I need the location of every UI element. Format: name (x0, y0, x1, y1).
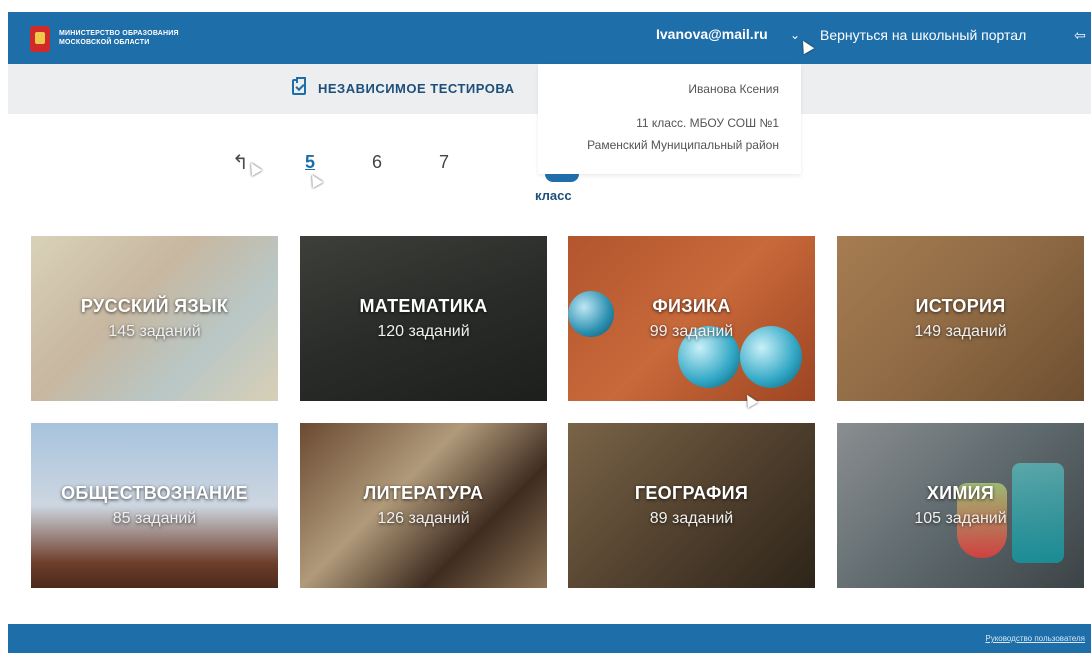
subject-name: ОБЩЕСТВОЗНАНИЕ (61, 483, 248, 503)
subject-task-count: 126 заданий (377, 510, 470, 527)
user-dropdown: Иванова Ксения 11 класс. МБОУ СОШ №1 Рам… (538, 64, 801, 174)
section-title: НЕЗАВИСИМОЕ ТЕСТИРОВА (318, 81, 515, 96)
user-district: Раменский Муниципальный район (587, 138, 779, 152)
mouse-cursor-icon (306, 171, 324, 189)
subject-tile-social-studies[interactable]: ОБЩЕСТВОЗНАНИЕ 85 заданий (31, 423, 278, 588)
ministry-logo-text[interactable]: МИНИСТЕРСТВО ОБРАЗОВАНИЯ МОСКОВСКОЙ ОБЛА… (59, 29, 179, 47)
exit-icon[interactable]: ⇦ (1074, 27, 1086, 44)
clipboard-check-icon (292, 77, 306, 95)
chevron-down-icon[interactable]: ⌄ (790, 28, 800, 42)
subject-tile-russian[interactable]: РУССКИЙ ЯЗЫК 145 заданий (31, 236, 278, 401)
pendulum-ball-icon (568, 291, 614, 337)
grade-label: класс (535, 188, 572, 203)
user-guide-link[interactable]: Руководство пользователя (985, 634, 1085, 643)
selected-grade-indicator (545, 174, 579, 182)
subject-tile-chemistry[interactable]: ХИМИЯ 105 заданий (837, 423, 1084, 588)
subject-name: ГЕОГРАФИЯ (634, 483, 749, 503)
subject-name: МАТЕМАТИКА (359, 296, 488, 316)
footer-bar: Руководство пользователя (8, 624, 1091, 653)
subject-task-count: 105 заданий (914, 510, 1007, 527)
return-to-portal-link[interactable]: Вернуться на школьный портал (820, 27, 1026, 43)
user-full-name: Иванова Ксения (688, 82, 779, 96)
subject-name: ХИМИЯ (926, 483, 995, 503)
app-window: МИНИСТЕРСТВО ОБРАЗОВАНИЯ МОСКОВСКОЙ ОБЛА… (8, 12, 1091, 653)
subject-task-count: 120 заданий (377, 323, 470, 340)
flask-icon (1012, 463, 1064, 563)
subject-task-count: 145 заданий (108, 323, 201, 340)
subject-task-count: 149 заданий (914, 323, 1007, 340)
subject-tile-math[interactable]: МАТЕМАТИКА 120 заданий (300, 236, 547, 401)
ministry-emblem-icon (30, 26, 50, 52)
subject-name: ЛИТЕРАТУРА (363, 483, 484, 503)
user-email[interactable]: Ivanova@mail.ru (656, 26, 768, 42)
grade-7[interactable]: 7 (439, 152, 449, 173)
pendulum-ball-icon (740, 326, 802, 388)
top-header: МИНИСТЕРСТВО ОБРАЗОВАНИЯ МОСКОВСКОЙ ОБЛА… (8, 12, 1091, 64)
subject-name: ИСТОРИЯ (915, 296, 1006, 316)
subject-tile-history[interactable]: ИСТОРИЯ 149 заданий (837, 236, 1084, 401)
logo-line-2: МОСКОВСКОЙ ОБЛАСТИ (59, 39, 150, 46)
subject-name: РУССКИЙ ЯЗЫК (80, 296, 229, 316)
subject-task-count: 89 заданий (649, 510, 734, 527)
logo-line-1: МИНИСТЕРСТВО ОБРАЗОВАНИЯ (59, 30, 179, 37)
subject-tile-physics[interactable]: ФИЗИКА 99 заданий (568, 236, 815, 401)
subject-tile-literature[interactable]: ЛИТЕРАТУРА 126 заданий (300, 423, 547, 588)
grade-5[interactable]: 5 (305, 152, 315, 173)
user-class-school: 11 класс. МБОУ СОШ №1 (636, 116, 779, 130)
subject-task-count: 99 заданий (649, 323, 734, 340)
subject-task-count: 85 заданий (112, 510, 197, 527)
subject-tile-geography[interactable]: ГЕОГРАФИЯ 89 заданий (568, 423, 815, 588)
grade-6[interactable]: 6 (372, 152, 382, 173)
subject-name: ФИЗИКА (652, 296, 731, 316)
back-arrow-icon[interactable]: ↰ (232, 150, 249, 175)
